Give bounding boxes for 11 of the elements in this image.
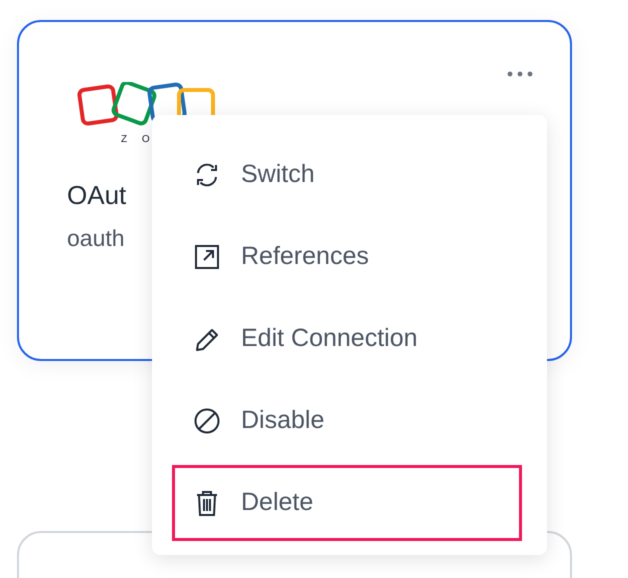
menu-item[interactable]: Delete <box>172 465 522 541</box>
menu-item[interactable]: Disable <box>172 383 522 459</box>
external-link-icon <box>193 243 221 271</box>
logo-text: Z O <box>121 133 156 147</box>
disable-icon <box>193 407 221 435</box>
menu-item[interactable]: Edit Connection <box>172 301 522 377</box>
connection-type: oauth <box>67 224 126 252</box>
menu-item[interactable]: Switch <box>172 137 522 213</box>
menu-item[interactable]: References <box>172 219 522 295</box>
connection-title: OAut <box>67 180 126 210</box>
more-options-icon[interactable] <box>507 71 533 77</box>
